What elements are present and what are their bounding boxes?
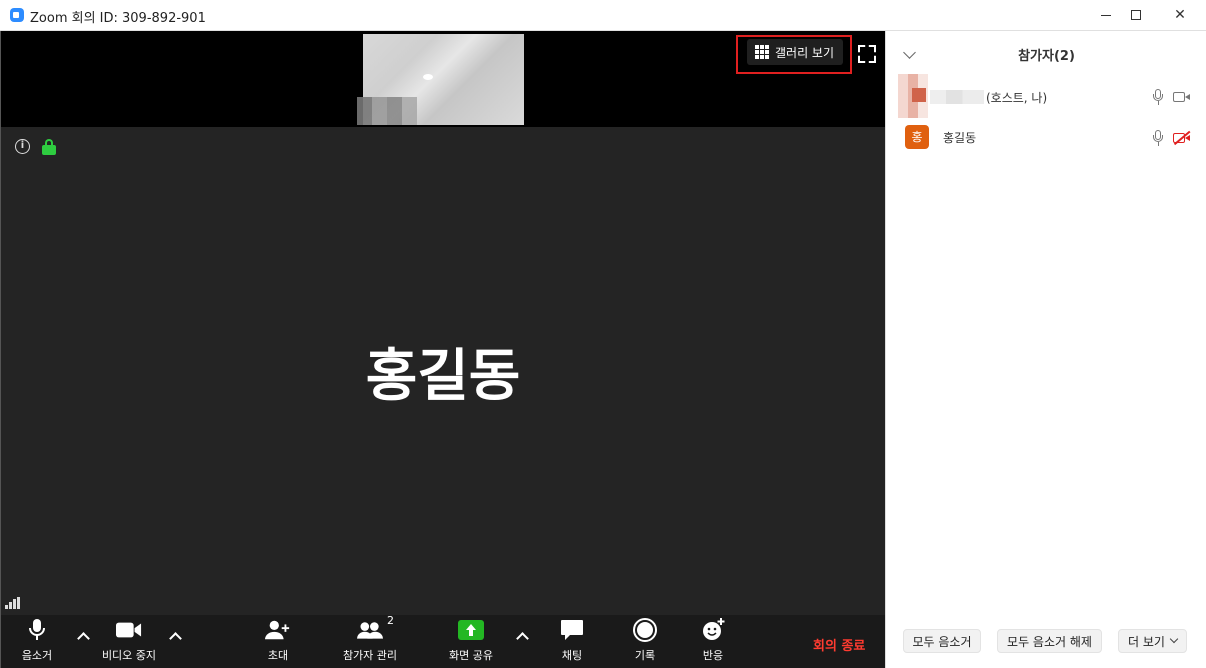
- chat-label: 채팅: [561, 649, 583, 662]
- share-screen-button[interactable]: 화면 공유: [442, 615, 500, 668]
- participants-count-badge: 2: [387, 614, 394, 627]
- blurred-name-tag: [357, 97, 417, 125]
- participant-microphone-icon[interactable]: [1152, 130, 1164, 146]
- grid-icon: [755, 45, 769, 59]
- host-video-icon[interactable]: [1173, 91, 1191, 103]
- network-signal-icon[interactable]: [5, 597, 21, 609]
- participants-panel: 참가자(2) (호스트, 나) 홍 홍길동 모두 음소거 모두 음소거 해제 더…: [885, 31, 1206, 668]
- chat-bubble-icon: [559, 618, 585, 642]
- audio-options-chevron-up-icon[interactable]: [77, 631, 89, 643]
- active-speaker-name: 홍길동: [365, 344, 521, 409]
- video-options-chevron-up-icon[interactable]: [169, 631, 181, 643]
- zoom-camera-icon: [10, 8, 24, 22]
- more-label: 더 보기: [1128, 634, 1165, 649]
- host-microphone-icon[interactable]: [1152, 89, 1164, 105]
- invite-label: 초대: [267, 649, 289, 662]
- record-label: 기록: [634, 649, 656, 662]
- add-user-icon: [265, 618, 291, 642]
- participant-name: 홍길동: [943, 131, 977, 145]
- invite-button[interactable]: 초대: [258, 615, 298, 668]
- video-camera-icon: [116, 618, 142, 642]
- share-screen-icon: [458, 618, 484, 642]
- close-icon: ✕: [1174, 7, 1186, 23]
- reactions-label: 반응: [702, 649, 724, 662]
- meeting-toolbar: 음소거 비디오 중지 초대 2 참가자 관리 화면 공유 채팅 기록 반응 회의…: [1, 614, 885, 668]
- stop-video-button[interactable]: 비디오 중지: [97, 615, 161, 668]
- close-button[interactable]: ✕: [1160, 0, 1200, 31]
- microphone-icon: [24, 618, 50, 642]
- manage-participants-label: 참가자 관리: [342, 649, 398, 662]
- record-icon: [632, 618, 658, 642]
- gallery-view-label: 갤러리 보기: [775, 45, 835, 60]
- info-icon[interactable]: i: [15, 139, 30, 154]
- thumbnail-strip: 갤러리 보기: [1, 31, 885, 127]
- manage-participants-button[interactable]: 2 참가자 관리: [335, 614, 405, 668]
- chat-button[interactable]: 채팅: [554, 615, 590, 668]
- fullscreen-icon[interactable]: [858, 45, 872, 59]
- end-meeting-button[interactable]: 회의 종료: [813, 635, 865, 654]
- blurred-host-name: [930, 90, 984, 104]
- video-area: 갤러리 보기 i 홍길동 음소거 비디오 중지 초대 2 참가자 관리 화면 공…: [0, 31, 885, 668]
- maximize-icon: [1131, 10, 1141, 20]
- minimize-icon: [1101, 14, 1111, 16]
- host-avatar: [898, 74, 928, 118]
- participant-video-off-icon[interactable]: [1173, 130, 1191, 145]
- smiley-add-icon: [700, 618, 726, 642]
- mute-label: 음소거: [21, 649, 53, 662]
- mute-all-button[interactable]: 모두 음소거: [903, 629, 981, 653]
- title-bar: Zoom 회의 ID: 309-892-901 ✕: [0, 0, 1206, 31]
- stop-video-label: 비디오 중지: [101, 649, 157, 662]
- participants-icon: 2: [357, 614, 394, 642]
- window-title: Zoom 회의 ID: 309-892-901: [30, 11, 206, 26]
- chevron-down-icon: [1169, 634, 1179, 644]
- share-options-chevron-up-icon[interactable]: [516, 631, 528, 643]
- reactions-button[interactable]: 반응: [695, 615, 731, 668]
- mute-button[interactable]: 음소거: [15, 615, 59, 668]
- maximize-button[interactable]: [1116, 0, 1156, 31]
- gallery-view-button[interactable]: 갤러리 보기: [747, 39, 843, 65]
- encryption-lock-icon[interactable]: [42, 139, 56, 155]
- more-button[interactable]: 더 보기: [1118, 629, 1187, 653]
- participant-avatar: 홍: [905, 125, 929, 149]
- unmute-all-button[interactable]: 모두 음소거 해제: [997, 629, 1102, 653]
- record-button[interactable]: 기록: [627, 615, 663, 668]
- panel-title: 참가자(2): [1018, 49, 1075, 64]
- host-participant-name: (호스트, 나): [986, 91, 1048, 105]
- share-screen-label: 화면 공유: [449, 649, 493, 662]
